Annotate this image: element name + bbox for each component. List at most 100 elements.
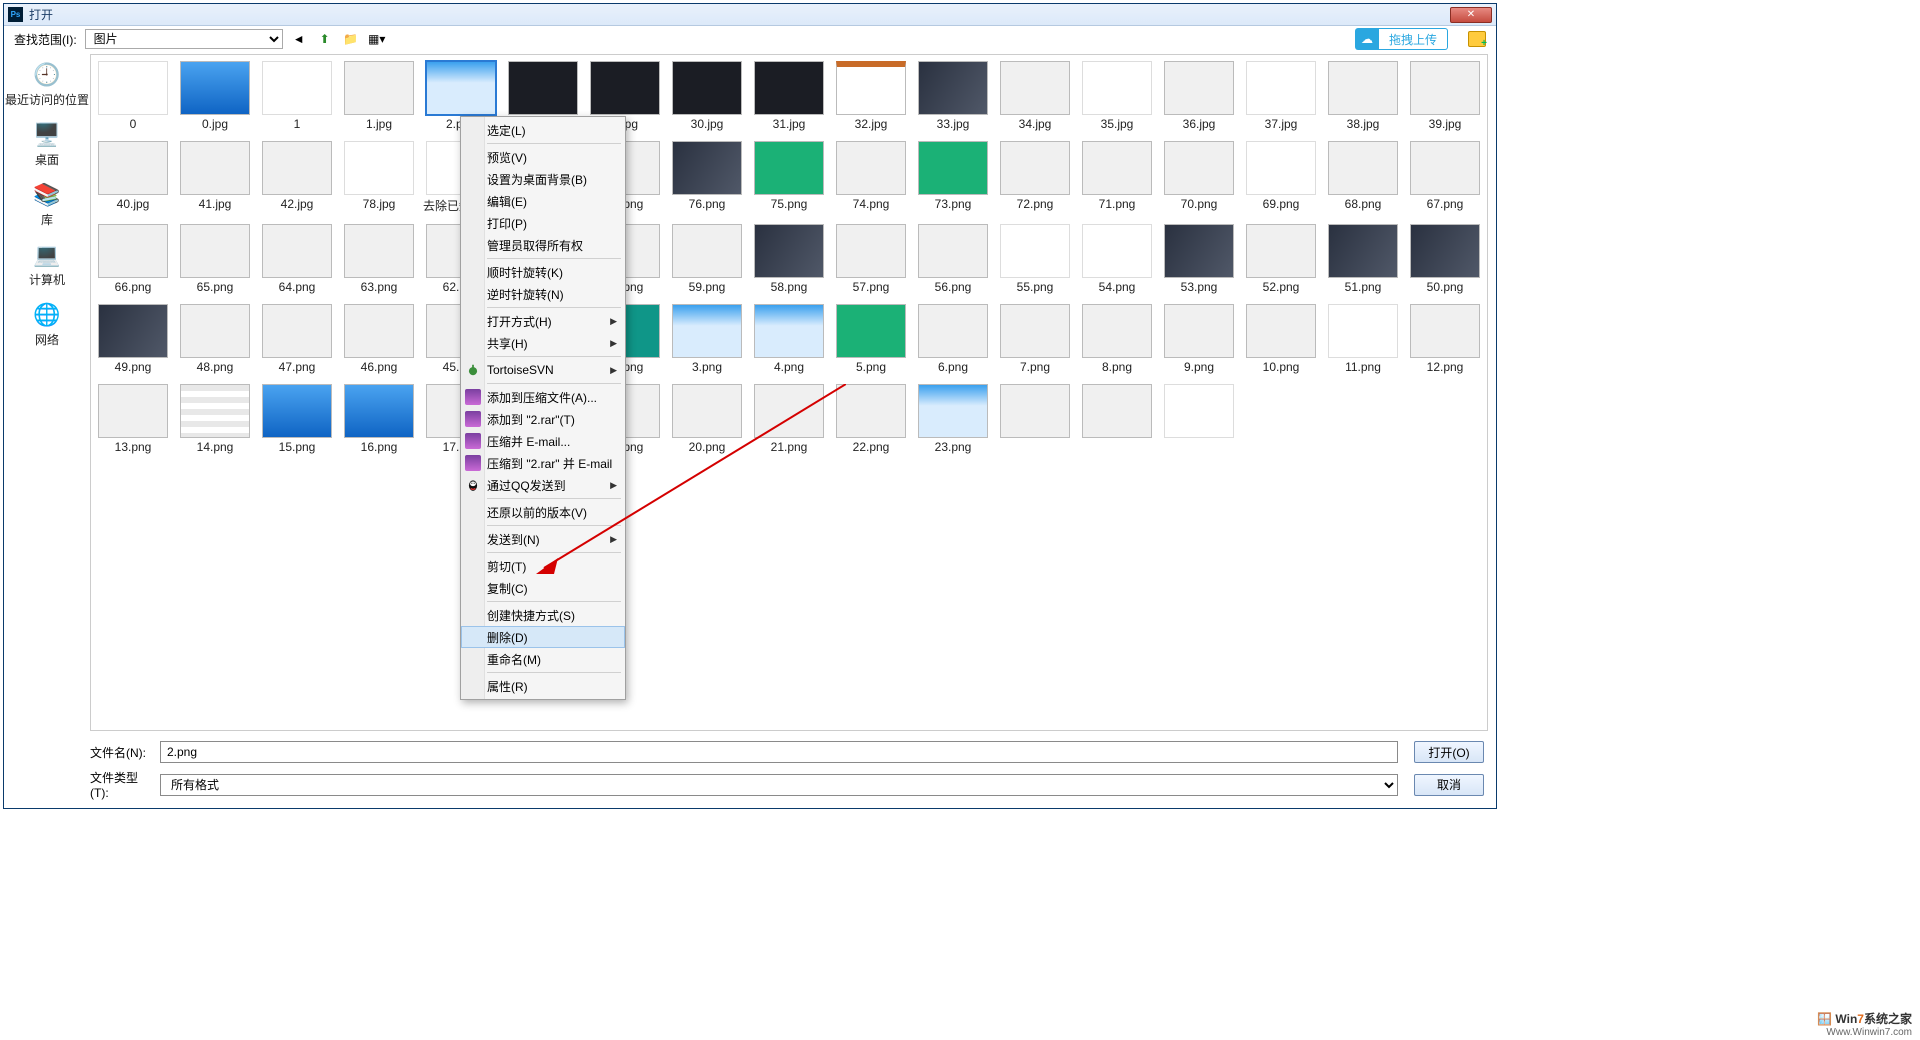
file-item[interactable]: 56.png — [913, 224, 993, 294]
menu-item[interactable]: TortoiseSVN▶ — [461, 359, 625, 381]
menu-item[interactable]: 剪切(T) — [461, 555, 625, 577]
file-item[interactable]: 22.png — [831, 384, 911, 454]
view-menu-icon[interactable]: ▦▾ — [367, 29, 387, 49]
lookin-dropdown[interactable]: 图片 — [85, 29, 283, 49]
file-item[interactable]: 71.png — [1077, 141, 1157, 214]
file-item[interactable]: 4.png — [749, 304, 829, 374]
menu-item[interactable]: 预览(V) — [461, 146, 625, 168]
menu-item[interactable]: 添加到压缩文件(A)... — [461, 386, 625, 408]
place-3[interactable]: 💻计算机 — [4, 238, 90, 290]
file-item[interactable]: 23.png — [913, 384, 993, 454]
filename-input[interactable]: 2.png — [160, 741, 1398, 763]
file-item[interactable]: 46.png — [339, 304, 419, 374]
cloud-upload[interactable]: ☁ 拖拽上传 — [1355, 28, 1448, 50]
file-item[interactable]: 39.jpg — [1405, 61, 1485, 131]
file-item[interactable]: 72.png — [995, 141, 1075, 214]
file-item[interactable]: 69.png — [1241, 141, 1321, 214]
file-item[interactable]: 70.png — [1159, 141, 1239, 214]
file-item[interactable]: 1 — [257, 61, 337, 131]
file-item[interactable]: 74.png — [831, 141, 911, 214]
file-item[interactable]: 8.png — [1077, 304, 1157, 374]
file-item[interactable]: 67.png — [1405, 141, 1485, 214]
file-item[interactable] — [1159, 384, 1239, 454]
menu-item[interactable]: 压缩到 "2.rar" 并 E-mail — [461, 452, 625, 474]
back-icon[interactable]: ◄ — [289, 29, 309, 49]
menu-item[interactable]: 逆时针旋转(N) — [461, 283, 625, 305]
file-item[interactable]: 75.png — [749, 141, 829, 214]
menu-item[interactable]: 添加到 "2.rar"(T) — [461, 408, 625, 430]
file-item[interactable]: 7.png — [995, 304, 1075, 374]
menu-item[interactable]: 管理员取得所有权 — [461, 234, 625, 256]
file-item[interactable]: 32.jpg — [831, 61, 911, 131]
place-1[interactable]: 🖥️桌面 — [4, 118, 90, 170]
file-item[interactable]: 51.png — [1323, 224, 1403, 294]
file-item[interactable]: 53.png — [1159, 224, 1239, 294]
context-menu[interactable]: 选定(L)预览(V)设置为桌面背景(B)编辑(E)打印(P)管理员取得所有权顺时… — [460, 116, 626, 700]
place-2[interactable]: 📚库 — [4, 178, 90, 230]
file-item[interactable]: 78.jpg — [339, 141, 419, 214]
file-item[interactable]: 11.png — [1323, 304, 1403, 374]
file-item[interactable]: 57.png — [831, 224, 911, 294]
file-item[interactable]: 16.png — [339, 384, 419, 454]
menu-item[interactable]: 属性(R) — [461, 675, 625, 697]
file-item[interactable]: 21.png — [749, 384, 829, 454]
file-item[interactable]: 33.jpg — [913, 61, 993, 131]
menu-item[interactable]: 发送到(N)▶ — [461, 528, 625, 550]
file-item[interactable]: 65.png — [175, 224, 255, 294]
menu-item[interactable]: 设置为桌面背景(B) — [461, 168, 625, 190]
up-icon[interactable]: ⬆ — [315, 29, 335, 49]
file-item[interactable]: 54.png — [1077, 224, 1157, 294]
file-item[interactable]: 0.jpg — [175, 61, 255, 131]
menu-item[interactable]: 重命名(M) — [461, 648, 625, 670]
menu-item[interactable]: 编辑(E) — [461, 190, 625, 212]
file-item[interactable]: 15.png — [257, 384, 337, 454]
menu-item[interactable]: 删除(D) — [461, 626, 625, 648]
file-item[interactable]: 37.jpg — [1241, 61, 1321, 131]
menu-item[interactable]: 共享(H)▶ — [461, 332, 625, 354]
file-item[interactable]: 66.png — [93, 224, 173, 294]
file-item[interactable]: 68.png — [1323, 141, 1403, 214]
file-item[interactable]: 10.png — [1241, 304, 1321, 374]
file-item[interactable]: 40.jpg — [93, 141, 173, 214]
menu-item[interactable]: 创建快捷方式(S) — [461, 604, 625, 626]
cancel-button[interactable]: 取消 — [1414, 774, 1484, 796]
file-item[interactable]: 5.png — [831, 304, 911, 374]
file-item[interactable]: 48.png — [175, 304, 255, 374]
close-button[interactable]: ✕ — [1450, 7, 1492, 23]
file-item[interactable]: 64.png — [257, 224, 337, 294]
menu-item[interactable]: 还原以前的版本(V) — [461, 501, 625, 523]
file-item[interactable]: 63.png — [339, 224, 419, 294]
file-item[interactable]: 0 — [93, 61, 173, 131]
file-item[interactable]: 55.png — [995, 224, 1075, 294]
file-item[interactable]: 38.jpg — [1323, 61, 1403, 131]
file-item[interactable] — [995, 384, 1075, 454]
file-item[interactable]: 52.png — [1241, 224, 1321, 294]
open-button[interactable]: 打开(O) — [1414, 741, 1484, 763]
file-item[interactable]: 36.jpg — [1159, 61, 1239, 131]
file-item[interactable]: 1.jpg — [339, 61, 419, 131]
file-item[interactable]: 49.png — [93, 304, 173, 374]
file-item[interactable]: 34.jpg — [995, 61, 1075, 131]
file-item[interactable]: 3.png — [667, 304, 747, 374]
file-item[interactable]: 12.png — [1405, 304, 1485, 374]
file-item[interactable]: 42.jpg — [257, 141, 337, 214]
menu-item[interactable]: 打开方式(H)▶ — [461, 310, 625, 332]
file-item[interactable]: 41.jpg — [175, 141, 255, 214]
file-item[interactable]: 73.png — [913, 141, 993, 214]
menu-item[interactable]: 通过QQ发送到▶ — [461, 474, 625, 496]
file-item[interactable]: 35.jpg — [1077, 61, 1157, 131]
filetype-dropdown[interactable]: 所有格式 — [160, 774, 1398, 796]
file-item[interactable]: 47.png — [257, 304, 337, 374]
file-item[interactable]: 59.png — [667, 224, 747, 294]
menu-item[interactable]: 压缩并 E-mail... — [461, 430, 625, 452]
file-item[interactable]: 6.png — [913, 304, 993, 374]
place-0[interactable]: 🕘最近访问的位置 — [4, 58, 90, 110]
menu-item[interactable]: 复制(C) — [461, 577, 625, 599]
menu-item[interactable]: 打印(P) — [461, 212, 625, 234]
file-item[interactable]: 50.png — [1405, 224, 1485, 294]
menu-item[interactable]: 选定(L) — [461, 119, 625, 141]
file-item[interactable] — [1077, 384, 1157, 454]
file-item[interactable]: 31.jpg — [749, 61, 829, 131]
new-folder-badge-icon[interactable] — [1468, 31, 1486, 47]
new-folder-icon[interactable]: 📁 — [341, 29, 361, 49]
